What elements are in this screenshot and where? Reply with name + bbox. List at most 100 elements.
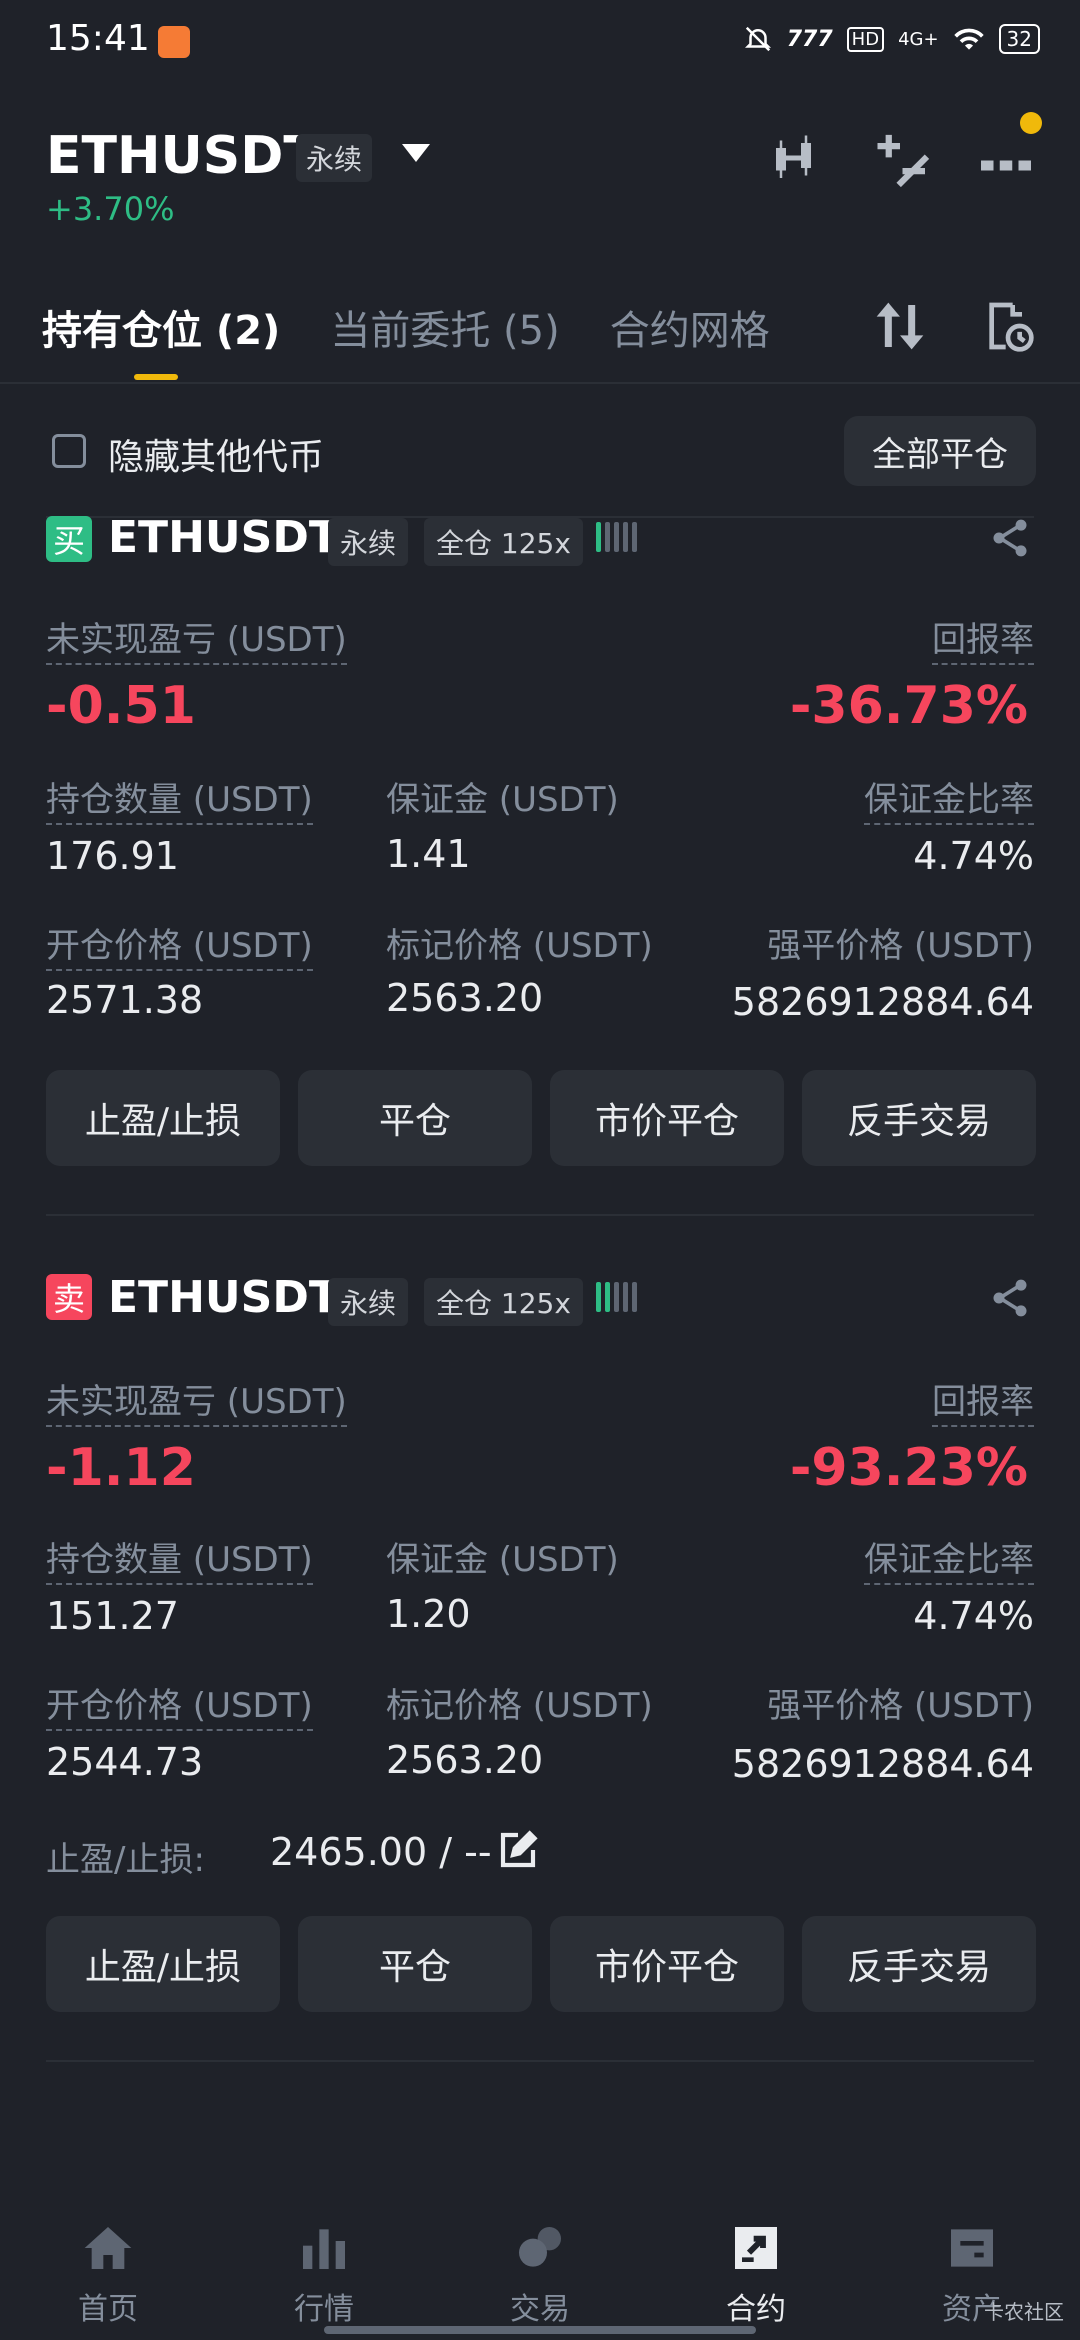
- adl-indicator: [596, 1282, 637, 1312]
- roe-label[interactable]: 回报率: [932, 1374, 1034, 1427]
- tpsl-button[interactable]: 止盈/止损: [46, 1070, 280, 1166]
- position-size-label[interactable]: 持仓数量 (USDT): [46, 1532, 313, 1585]
- tab-open-orders[interactable]: 当前委托 (5): [330, 298, 559, 356]
- unrealized-pnl-label[interactable]: 未实现盈亏 (USDT): [46, 612, 347, 665]
- position-size-value: 176.91: [46, 834, 179, 878]
- card-divider: [46, 2060, 1034, 2062]
- tabs-divider: [0, 382, 1080, 384]
- wallet-icon: [951, 2229, 993, 2267]
- sort-icon[interactable]: [872, 298, 928, 354]
- unrealized-pnl-label[interactable]: 未实现盈亏 (USDT): [46, 1374, 347, 1427]
- liquidation-price-value: 5826912884.64: [731, 980, 1034, 1024]
- mark-price-label: 标记价格 (USDT): [386, 1686, 653, 1726]
- nav-trade[interactable]: 交易: [432, 2200, 648, 2340]
- margin-label: 保证金 (USDT): [386, 780, 619, 820]
- trade-icon: [519, 2227, 561, 2267]
- edit-icon[interactable]: [498, 1830, 538, 1870]
- market-close-button[interactable]: 市价平仓: [550, 1916, 784, 2012]
- network-indicator: 4G+: [898, 28, 939, 50]
- reverse-position-button[interactable]: 反手交易: [802, 1916, 1036, 2012]
- margin-value: 1.41: [386, 832, 471, 876]
- tab-positions[interactable]: 持有仓位 (2): [42, 298, 280, 356]
- margin-ratio-label[interactable]: 保证金比率: [864, 1532, 1034, 1585]
- liquidation-price-value: 5826912884.64: [731, 1742, 1034, 1786]
- unrealized-pnl-value: -0.51: [46, 676, 196, 736]
- margin-ratio-value: 4.74%: [913, 1594, 1034, 1638]
- nav-label: 交易: [510, 2292, 570, 2327]
- card-divider: [46, 1214, 1034, 1216]
- hd-indicator: HD: [846, 26, 885, 52]
- hide-other-symbols-checkbox[interactable]: [52, 434, 86, 468]
- side-badge-buy: 买: [46, 516, 92, 562]
- app-notification-icon: [158, 26, 190, 58]
- battery-indicator: 32: [998, 24, 1040, 54]
- unrealized-pnl-value: -1.12: [46, 1438, 196, 1498]
- roe-value: -36.73%: [789, 676, 1028, 736]
- chevron-down-icon[interactable]: [402, 144, 430, 162]
- hide-other-symbols-label: 隐藏其他代币: [108, 437, 325, 478]
- symbol-title[interactable]: ETHUSDT: [46, 126, 319, 186]
- roe-value: -93.23%: [789, 1438, 1028, 1498]
- nav-markets[interactable]: 行情: [216, 2200, 432, 2340]
- wifi-icon: [953, 28, 984, 50]
- price-change: +3.70%: [46, 190, 175, 228]
- margin-value: 1.20: [386, 1592, 471, 1636]
- margin-ratio-label[interactable]: 保证金比率: [864, 772, 1034, 825]
- market-close-button[interactable]: 市价平仓: [550, 1070, 784, 1166]
- status-time: 15:41: [46, 18, 150, 59]
- margin-ratio-value: 4.74%: [913, 834, 1034, 878]
- reverse-position-button[interactable]: 反手交易: [802, 1070, 1036, 1166]
- mark-price-value: 2563.20: [386, 1738, 544, 1782]
- tpsl-label: 止盈/止损:: [46, 1840, 205, 1880]
- home-indicator[interactable]: [324, 2326, 756, 2334]
- position-size-value: 151.27: [46, 1594, 179, 1638]
- notification-dot: [1020, 112, 1042, 134]
- home-icon: [84, 2227, 132, 2269]
- candlestick-icon[interactable]: [766, 128, 826, 188]
- liquidation-price-label: 强平价格 (USDT): [767, 926, 1034, 966]
- position-symbol[interactable]: ETHUSDT: [108, 1272, 339, 1323]
- contract-type-tag: 永续: [296, 134, 373, 182]
- tpsl-value: 2465.00 / --: [270, 1830, 492, 1874]
- mute-bell-icon: [744, 26, 771, 52]
- tab-futures-grid[interactable]: 合约网格: [610, 298, 770, 356]
- markets-icon: [303, 2229, 345, 2269]
- active-tab-indicator: [134, 374, 178, 380]
- nav-label: 行情: [294, 2292, 354, 2327]
- share-icon[interactable]: [988, 516, 1032, 560]
- position-size-label[interactable]: 持仓数量 (USDT): [46, 772, 313, 825]
- side-badge-sell: 卖: [46, 1274, 92, 1320]
- share-icon[interactable]: [988, 1276, 1032, 1320]
- contract-type-tag: 永续: [328, 518, 409, 566]
- mark-price-label: 标记价格 (USDT): [386, 926, 653, 966]
- entry-price-label[interactable]: 开仓价格 (USDT): [46, 918, 313, 971]
- speed-indicator: 777: [786, 26, 833, 52]
- plus-minus-icon[interactable]: [870, 128, 930, 188]
- entry-price-value: 2544.73: [46, 1740, 204, 1784]
- margin-label: 保证金 (USDT): [386, 1540, 619, 1580]
- close-position-button[interactable]: 平仓: [298, 1916, 532, 2012]
- entry-price-value: 2571.38: [46, 978, 204, 1022]
- adl-indicator: [596, 522, 637, 552]
- position-symbol[interactable]: ETHUSDT: [108, 512, 339, 563]
- nav-label: 合约: [726, 2292, 786, 2327]
- liquidation-price-label: 强平价格 (USDT): [767, 1686, 1034, 1726]
- bottom-nav: 首页 行情 交易 合约 资产: [0, 2200, 1080, 2340]
- nav-label: 首页: [78, 2292, 138, 2327]
- contract-type-tag: 永续: [328, 1278, 409, 1326]
- close-all-button[interactable]: 全部平仓: [844, 416, 1036, 486]
- watermark: 卡农社区: [984, 2300, 1064, 2324]
- history-icon[interactable]: [980, 298, 1036, 354]
- margin-mode-tag[interactable]: 全仓 125x: [424, 518, 583, 566]
- futures-icon: [735, 2227, 777, 2269]
- tpsl-button[interactable]: 止盈/止损: [46, 1916, 280, 2012]
- mark-price-value: 2563.20: [386, 976, 544, 1020]
- roe-label[interactable]: 回报率: [932, 612, 1034, 665]
- position-tabs: 持有仓位 (2) 当前委托 (5) 合约网格: [42, 298, 770, 356]
- more-icon[interactable]: [976, 128, 1036, 188]
- close-position-button[interactable]: 平仓: [298, 1070, 532, 1166]
- entry-price-label[interactable]: 开仓价格 (USDT): [46, 1678, 313, 1731]
- nav-futures[interactable]: 合约: [648, 2200, 864, 2340]
- nav-home[interactable]: 首页: [0, 2200, 216, 2340]
- margin-mode-tag[interactable]: 全仓 125x: [424, 1278, 583, 1326]
